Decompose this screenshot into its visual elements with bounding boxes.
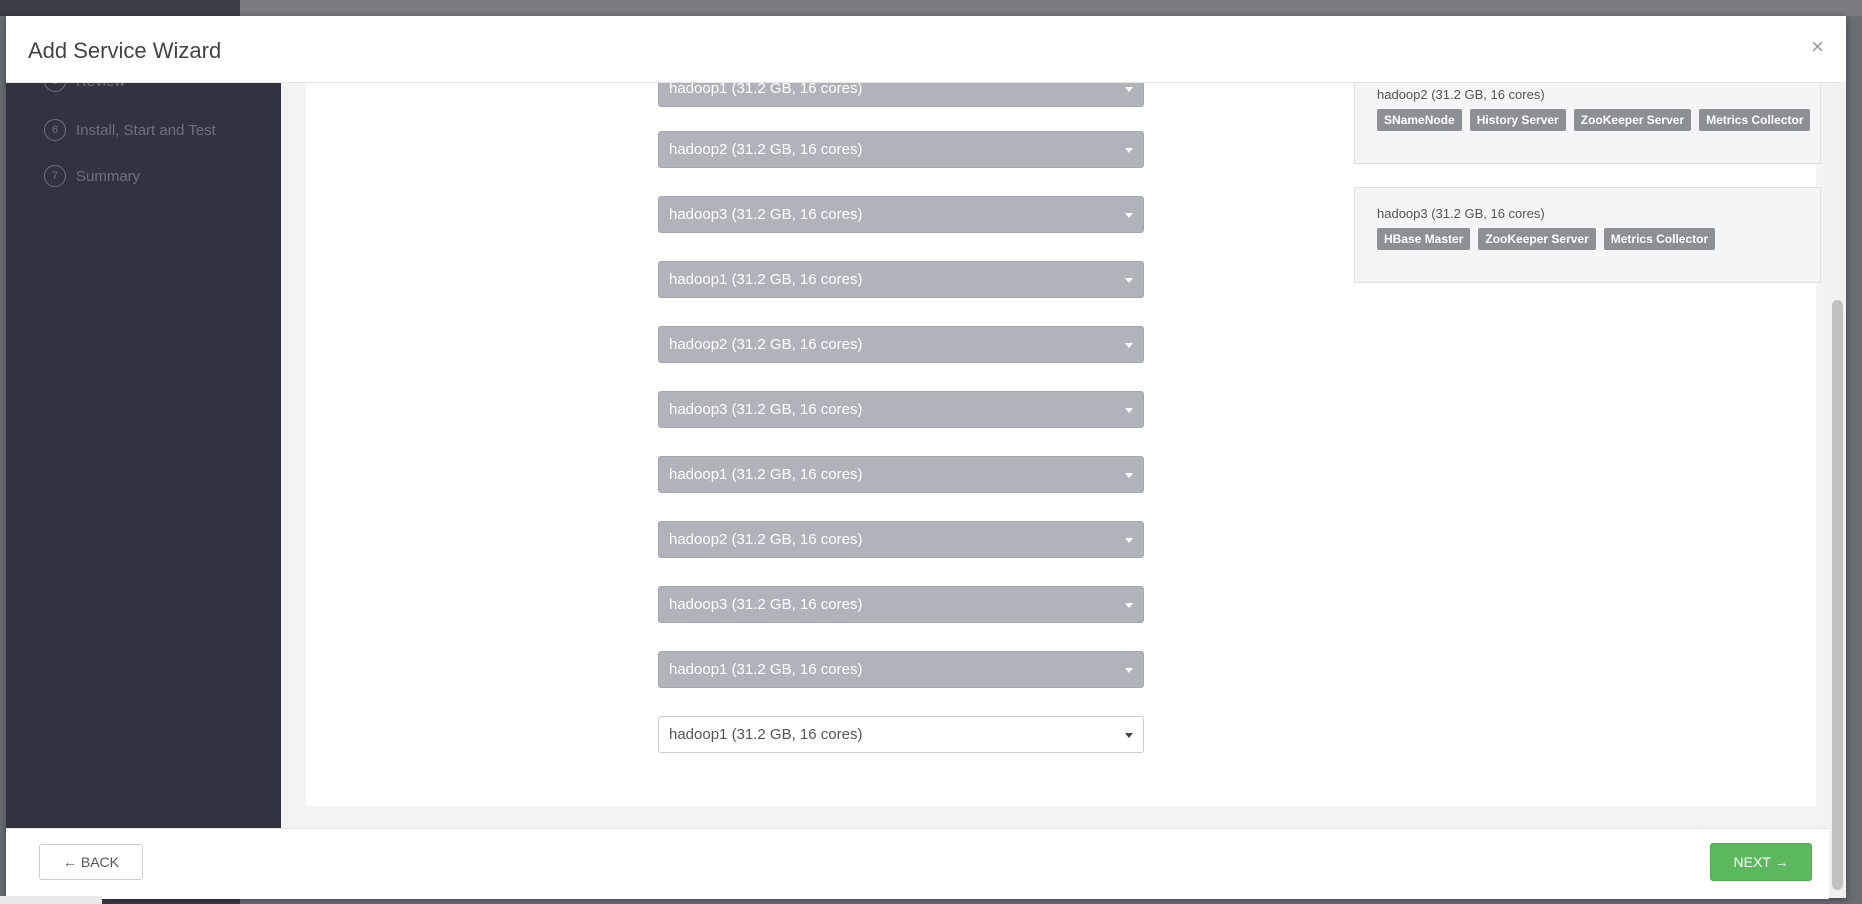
host-select-value: hadoop2 (31.2 GB, 16 cores) (669, 531, 863, 548)
modal-title: Add Service Wizard (28, 38, 222, 63)
host-select-value: hadoop3 (31.2 GB, 16 cores) (669, 401, 863, 418)
assignment-row-metrics-collector-2: Metrics Collector: hadoop2 (31.2 GB, 16 … (306, 521, 1266, 558)
caret-down-icon (1125, 148, 1133, 153)
host-select-value: hadoop1 (31.2 GB, 16 cores) (669, 271, 863, 288)
component-tags: HBase Master ZooKeeper Server Metrics Co… (1377, 228, 1716, 250)
component-tag: History Server (1469, 109, 1566, 131)
caret-down-icon (1125, 733, 1133, 738)
step-install-start-test[interactable]: 6 Install, Start and Test (44, 117, 216, 143)
host-select-value: hadoop1 (31.2 GB, 16 cores) (669, 661, 863, 678)
close-icon[interactable]: × (1811, 34, 1824, 60)
step-summary[interactable]: 7 Summary (44, 163, 140, 189)
next-button[interactable]: NEXT → (1710, 843, 1812, 881)
host-select-cloudbeaver[interactable]: hadoop1 (31.2 GB, 16 cores) (658, 716, 1144, 753)
host-select[interactable]: hadoop3 (31.2 GB, 16 cores) (658, 196, 1144, 233)
scrollbar-thumb[interactable] (1832, 300, 1843, 890)
assignment-row-metrics-collector-1: Metrics Collector: hadoop1 (31.2 GB, 16 … (306, 456, 1266, 493)
caret-down-icon (1125, 668, 1133, 673)
component-tag: Metrics Collector (1699, 109, 1811, 131)
next-button-label: NEXT → (1733, 854, 1789, 870)
step-number-icon: 7 (44, 165, 66, 187)
host-select[interactable]: hadoop1 (31.2 GB, 16 cores) (658, 261, 1144, 298)
step-label: Summary (76, 167, 141, 185)
host-select[interactable]: hadoop2 (31.2 GB, 16 cores) (658, 326, 1144, 363)
assignment-row-zookeeper-2: ZooKeeper Server: hadoop2 (31.2 GB, 16 c… (306, 326, 1266, 363)
host-select[interactable]: hadoop1 (31.2 GB, 16 cores) (658, 651, 1144, 688)
scrollbar[interactable] (1829, 82, 1846, 898)
component-tag: Metrics Collector (1603, 228, 1716, 250)
step-number-icon: 6 (44, 119, 66, 141)
background-window-top (0, 0, 1862, 16)
assignment-row-cloudbeaver-server: Cloudbeaver Server: hadoop1 (31.2 GB, 16… (306, 716, 1266, 753)
host-title: hadoop2 (31.2 GB, 16 cores) (1377, 87, 1545, 102)
component-tag: ZooKeeper Server (1573, 109, 1692, 131)
background-sidebar-top (0, 0, 240, 16)
host-card-hadoop3: hadoop3 (31.2 GB, 16 cores) HBase Master… (1354, 187, 1821, 283)
caret-down-icon (1125, 213, 1133, 218)
wizard-content: ResourceManager: hadoop1 (31.2 GB, 16 co… (281, 68, 1829, 828)
host-select[interactable]: hadoop3 (31.2 GB, 16 cores) (658, 586, 1144, 623)
host-select-value: hadoop3 (31.2 GB, 16 cores) (669, 206, 863, 223)
wizard-steps-sidebar: 5 Review 6 Install, Start and Test 7 Sum… (6, 70, 281, 828)
caret-down-icon (1125, 278, 1133, 283)
assignment-row-zookeeper-3: ZooKeeper Server: hadoop3 (31.2 GB, 16 c… (306, 391, 1266, 428)
assign-masters-panel: ResourceManager: hadoop1 (31.2 GB, 16 co… (306, 68, 1821, 806)
caret-down-icon (1125, 343, 1133, 348)
host-select-value: hadoop1 (31.2 GB, 16 cores) (669, 726, 863, 743)
status-bar-stub (0, 896, 102, 904)
step-label: Install, Start and Test (76, 121, 216, 139)
back-button[interactable]: ← BACK (39, 844, 143, 880)
modal-header: Add Service Wizard × (6, 16, 1846, 83)
host-select-value: hadoop1 (31.2 GB, 16 cores) (669, 466, 863, 483)
component-tag: HBase Master (1377, 228, 1471, 250)
component-tag: SNameNode (1377, 109, 1462, 131)
assignment-row-hbase-master: HBase Master: hadoop3 (31.2 GB, 16 cores… (306, 196, 1266, 233)
caret-down-icon (1125, 473, 1133, 478)
host-title: hadoop3 (31.2 GB, 16 cores) (1377, 206, 1545, 221)
assignment-row-history-server: History Server: hadoop2 (31.2 GB, 16 cor… (306, 131, 1266, 168)
modal-footer: ← BACK NEXT → (6, 828, 1829, 899)
host-select[interactable]: hadoop1 (31.2 GB, 16 cores) (658, 456, 1144, 493)
caret-down-icon (1125, 87, 1133, 92)
host-select[interactable]: hadoop3 (31.2 GB, 16 cores) (658, 391, 1144, 428)
assignment-row-metrics-collector-3: Metrics Collector: hadoop3 (31.2 GB, 16 … (306, 586, 1266, 623)
host-select[interactable]: hadoop2 (31.2 GB, 16 cores) (658, 131, 1144, 168)
assignment-row-zookeeper-1: ZooKeeper Server: hadoop1 (31.2 GB, 16 c… (306, 261, 1266, 298)
host-select-value: hadoop2 (31.2 GB, 16 cores) (669, 336, 863, 353)
assignment-row-grafana: Grafana: hadoop1 (31.2 GB, 16 cores) (306, 651, 1266, 688)
host-select-value: hadoop3 (31.2 GB, 16 cores) (669, 596, 863, 613)
caret-down-icon (1125, 603, 1133, 608)
back-button-label: ← BACK (62, 854, 119, 870)
caret-down-icon (1125, 408, 1133, 413)
host-select[interactable]: hadoop2 (31.2 GB, 16 cores) (658, 521, 1144, 558)
component-tags: SNameNode History Server ZooKeeper Serve… (1377, 109, 1811, 131)
caret-down-icon (1125, 538, 1133, 543)
host-select-value: hadoop2 (31.2 GB, 16 cores) (669, 141, 863, 158)
component-tag: ZooKeeper Server (1478, 228, 1596, 250)
add-service-wizard-modal: Add Service Wizard × 5 Review 6 Install,… (6, 16, 1846, 899)
